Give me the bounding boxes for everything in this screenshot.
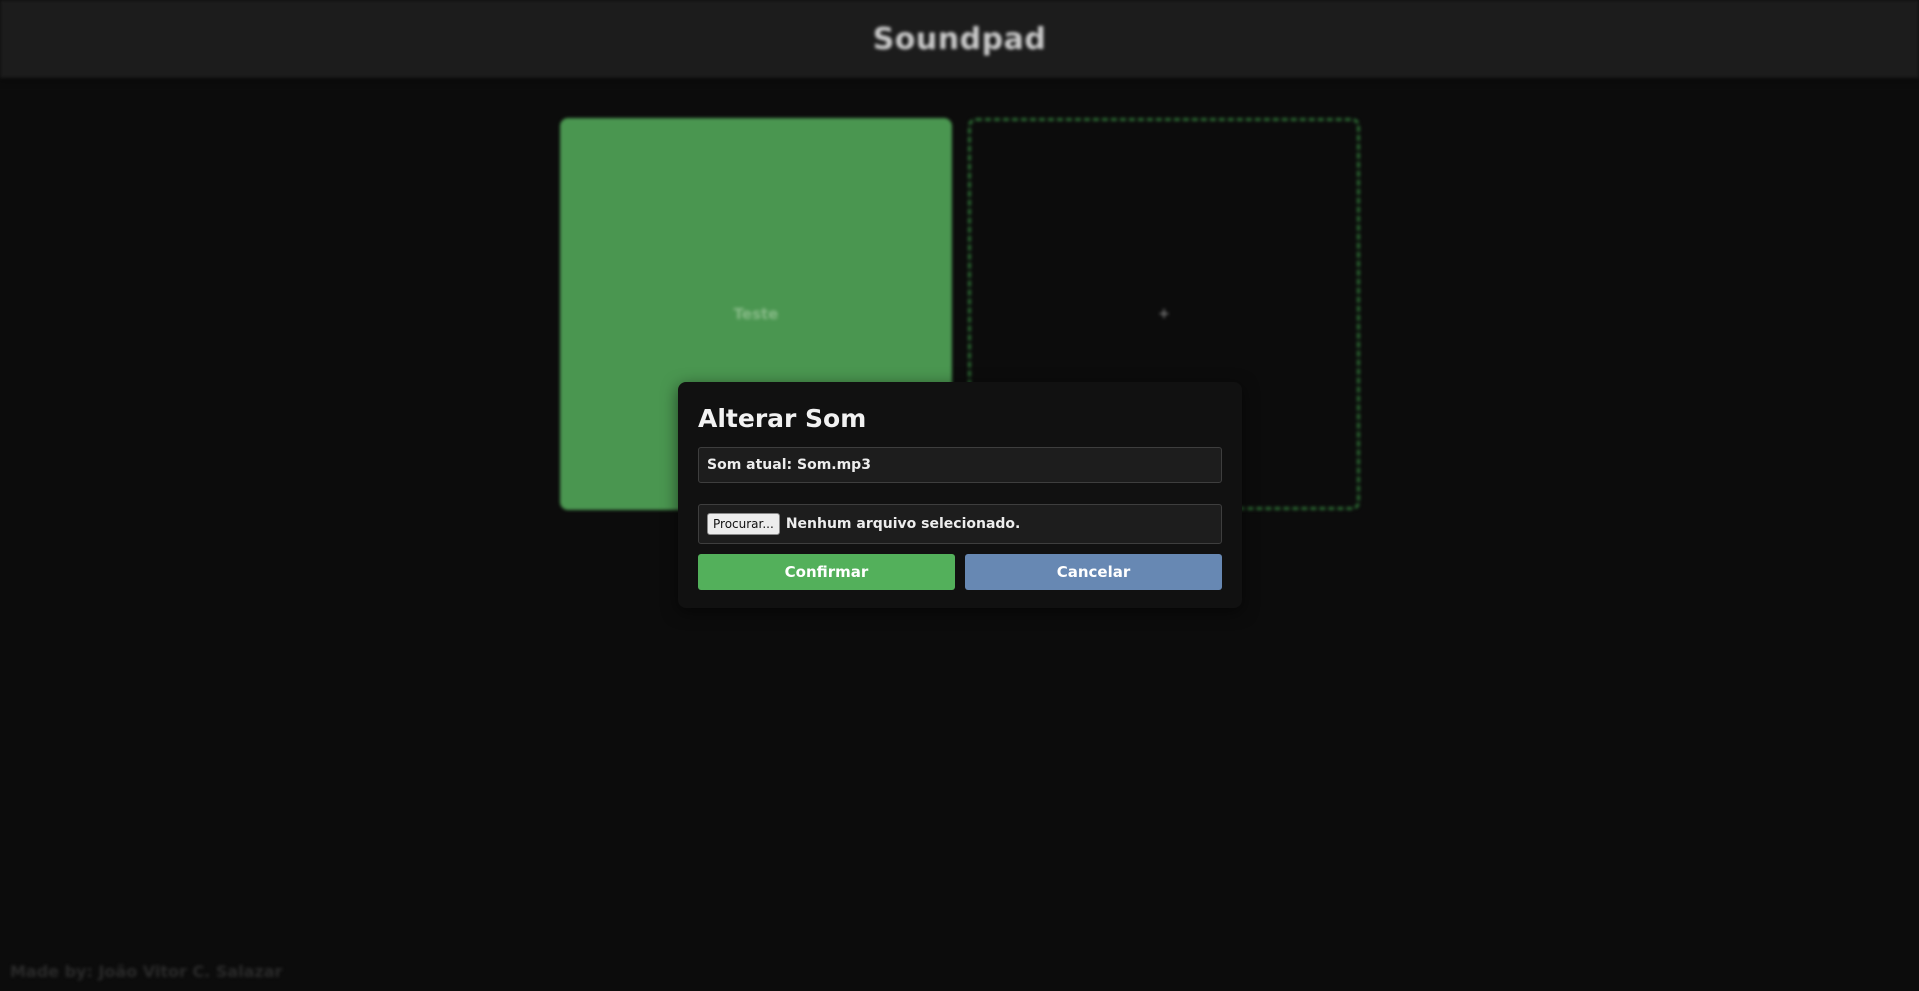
file-input[interactable]: Procurar... Nenhum arquivo selecionado. bbox=[698, 504, 1222, 544]
app-header: Soundpad bbox=[0, 0, 1919, 78]
modal-title: Alterar Som bbox=[698, 404, 867, 433]
file-status-text: Nenhum arquivo selecionado. bbox=[785, 516, 1021, 532]
sound-pad-label: Teste bbox=[733, 305, 779, 323]
app-title: Soundpad bbox=[872, 21, 1047, 57]
soundpad-app: Soundpad Teste + Made by: João Vitor C. … bbox=[0, 0, 1919, 991]
cancel-button[interactable]: Cancelar bbox=[965, 554, 1222, 590]
browse-button[interactable]: Procurar... bbox=[707, 513, 780, 535]
modal-actions: Confirmar Cancelar bbox=[698, 554, 1222, 590]
change-sound-modal: Alterar Som Som atual: Som.mp3 Procurar.… bbox=[678, 382, 1242, 608]
footer-credit: Made by: João Vitor C. Salazar bbox=[10, 962, 283, 981]
confirm-button[interactable]: Confirmar bbox=[698, 554, 955, 590]
current-sound-display: Som atual: Som.mp3 bbox=[698, 447, 1222, 483]
plus-icon: + bbox=[1158, 306, 1170, 322]
